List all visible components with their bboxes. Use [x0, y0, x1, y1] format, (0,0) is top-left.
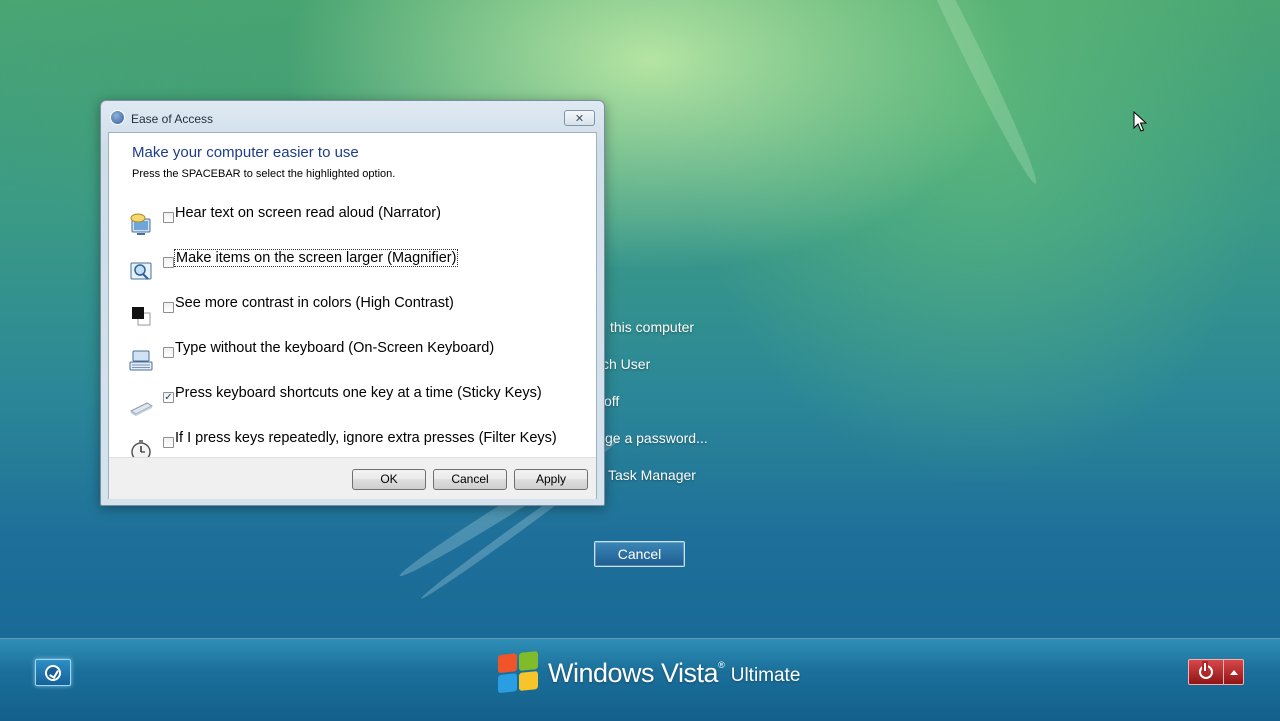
security-cancel-button[interactable]: Cancel	[594, 541, 685, 567]
option-high-contrast[interactable]: See more contrast in colors (High Contra…	[123, 295, 593, 339]
windows-vista-logo: Windows Vista ® Ultimate	[498, 650, 800, 696]
narrator-checkbox[interactable]	[163, 212, 174, 223]
power-icon	[1199, 663, 1213, 679]
menu-item-label: Task Manager	[608, 467, 696, 483]
edition-name: Ultimate	[730, 665, 801, 686]
on-screen-keyboard-checkbox[interactable]	[163, 347, 174, 358]
option-magnifier[interactable]: Make items on the screen larger (Magnifi…	[123, 249, 593, 294]
menu-item-label: ch User	[602, 356, 651, 372]
high-contrast-checkbox[interactable]	[163, 302, 174, 313]
keyboard-icon	[129, 350, 153, 371]
option-label[interactable]: Make items on the screen larger (Magnifi…	[174, 249, 459, 267]
dialog-content: Make your computer easier to use Press t…	[108, 132, 597, 499]
option-sticky-keys[interactable]: ✓ Press keyboard shortcuts one key at a …	[123, 385, 593, 429]
close-button[interactable]: ✕	[564, 110, 595, 126]
option-narrator[interactable]: Hear text on screen read aloud (Narrator…	[123, 205, 593, 249]
close-icon: ✕	[574, 112, 585, 125]
chevron-up-icon	[1229, 669, 1238, 675]
narrator-icon	[130, 213, 151, 235]
menu-item-label: this computer	[610, 319, 695, 335]
menu-item-label: ge a password...	[605, 430, 708, 446]
ok-button[interactable]: OK	[352, 469, 426, 490]
power-options	[1188, 659, 1244, 685]
high-contrast-icon	[132, 307, 151, 326]
ease-of-access-button[interactable]	[35, 659, 71, 686]
brand-name: Windows Vista	[548, 657, 719, 688]
cancel-button[interactable]: Cancel	[433, 469, 507, 490]
option-label[interactable]: If I press keys repeatedly, ignore extra…	[174, 430, 558, 446]
magnifier-checkbox[interactable]	[163, 257, 174, 268]
trademark-symbol: ®	[718, 660, 725, 670]
mouse-cursor-icon	[1133, 111, 1147, 132]
dialog-heading: Make your computer easier to use	[132, 144, 359, 161]
dialog-instructions: Press the SPACEBAR to select the highlig…	[132, 168, 396, 180]
option-on-screen-keyboard[interactable]: Type without the keyboard (On-Screen Key…	[123, 340, 593, 384]
apply-button[interactable]: Apply	[514, 469, 588, 490]
sticky-keys-checkbox[interactable]: ✓	[163, 392, 174, 403]
ease-of-access-icon	[45, 664, 61, 681]
windows-flag-icon	[498, 651, 540, 695]
dialog-footer: OK Cancel Apply	[109, 457, 596, 499]
sticky-keys-icon	[129, 402, 153, 416]
dialog-titlebar[interactable]: Ease of Access ✕	[101, 101, 604, 133]
ease-of-access-icon	[110, 110, 125, 125]
option-label[interactable]: See more contrast in colors (High Contra…	[174, 295, 455, 311]
magnifier-icon	[130, 262, 152, 280]
power-options-arrow-button[interactable]	[1224, 659, 1244, 685]
option-label[interactable]: Type without the keyboard (On-Screen Key…	[174, 340, 495, 356]
option-label[interactable]: Press keyboard shortcuts one key at a ti…	[174, 385, 543, 401]
ease-of-access-dialog: Ease of Access ✕ Make your computer easi…	[100, 100, 605, 506]
filter-keys-checkbox[interactable]	[163, 437, 174, 448]
option-label[interactable]: Hear text on screen read aloud (Narrator…	[174, 205, 442, 221]
shut-down-button[interactable]	[1188, 659, 1224, 685]
dialog-title: Ease of Access	[131, 112, 214, 126]
